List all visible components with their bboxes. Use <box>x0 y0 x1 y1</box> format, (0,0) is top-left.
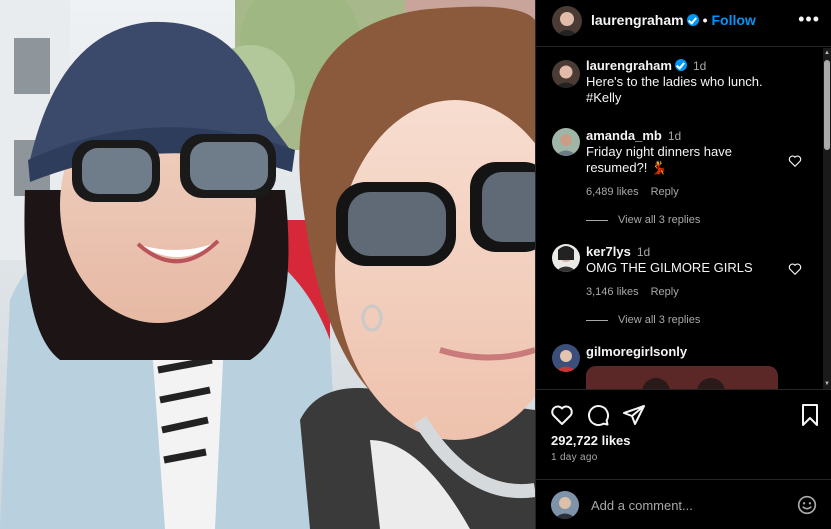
comment-item: amanda_mb 1d Friday night dinners have re… <box>536 128 826 228</box>
scrollbar-thumb[interactable] <box>824 60 830 150</box>
comment-time[interactable]: 1d <box>637 245 650 259</box>
reply-button[interactable]: Reply <box>651 186 679 198</box>
comment-likes[interactable]: 6,489 likes <box>586 186 639 198</box>
comment-username[interactable]: gilmoregirlsonly <box>586 344 687 359</box>
view-replies-label[interactable]: View all 3 replies <box>618 314 700 326</box>
comment-like-icon[interactable] <box>788 262 802 276</box>
header-username[interactable]: laurengraham • Follow <box>591 12 756 28</box>
caption-line: Here's to the ladies who lunch. <box>586 74 763 89</box>
avatar[interactable] <box>552 244 580 272</box>
comment-text: gilmoregirlsonly <box>586 344 786 360</box>
like-icon[interactable] <box>550 403 574 427</box>
avatar[interactable] <box>552 6 582 36</box>
post-image <box>0 0 535 529</box>
comment-image-preview[interactable] <box>586 366 778 389</box>
comment-text: amanda_mb 1d Friday night dinners have re… <box>586 128 786 200</box>
verified-badge-icon <box>686 14 699 26</box>
comment-username[interactable]: amanda_mb <box>586 128 662 143</box>
comment-input[interactable] <box>591 494 781 516</box>
comment-likes[interactable]: 3,146 likes <box>586 286 639 298</box>
verified-badge-icon <box>674 59 687 71</box>
post-header: laurengraham • Follow ••• <box>536 0 831 47</box>
share-icon[interactable] <box>622 403 646 427</box>
caption-time[interactable]: 1d <box>693 59 706 73</box>
view-replies-button[interactable]: View all 3 replies <box>586 314 700 326</box>
avatar[interactable] <box>552 128 580 156</box>
view-replies-label[interactable]: View all 3 replies <box>618 214 700 226</box>
comment-composer <box>536 479 831 529</box>
comment-body: Friday night dinners have resumed?! 💃 <box>586 144 732 175</box>
post-sidebar: laurengraham • Follow ••• laurengraham 1d H… <box>535 0 831 529</box>
post-actions: 292,722 likes 1 day ago <box>536 389 831 479</box>
save-icon[interactable] <box>798 403 822 427</box>
comment-item: ker7lys 1d OMG THE GILMORE GIRLS 3,146 li… <box>536 244 826 314</box>
post-photo[interactable] <box>0 0 535 529</box>
comment-like-icon[interactable] <box>788 154 802 168</box>
comment-body: OMG THE GILMORE GIRLS <box>586 260 753 275</box>
username-text[interactable]: laurengraham <box>591 12 684 28</box>
caption-hashtag[interactable]: #Kelly <box>586 90 786 106</box>
comments-scroll-area[interactable]: laurengraham 1d Here's to the ladies who … <box>536 48 831 389</box>
replies-divider <box>586 219 608 221</box>
emoji-icon[interactable] <box>797 495 817 515</box>
likes-count[interactable]: 292,722 likes <box>551 433 631 448</box>
avatar[interactable] <box>552 60 580 88</box>
scroll-up-icon[interactable]: ▲ <box>824 50 830 56</box>
more-options-icon[interactable]: ••• <box>798 9 820 30</box>
reply-button[interactable]: Reply <box>651 286 679 298</box>
view-replies-button[interactable]: View all 3 replies <box>586 214 700 226</box>
caption-username[interactable]: laurengraham <box>586 58 672 73</box>
avatar <box>551 491 579 519</box>
follow-button[interactable]: Follow <box>712 12 756 28</box>
separator-dot: • <box>702 12 708 28</box>
scroll-down-icon[interactable]: ▼ <box>824 381 830 387</box>
replies-divider <box>586 319 608 321</box>
caption: laurengraham 1d Here's to the ladies who … <box>536 58 826 118</box>
comment-time[interactable]: 1d <box>668 129 681 143</box>
avatar[interactable] <box>552 344 580 372</box>
comment-icon[interactable] <box>586 403 610 427</box>
comments-scrollbar[interactable]: ▲ ▼ <box>823 48 831 389</box>
caption-text: laurengraham 1d Here's to the ladies who … <box>586 58 786 106</box>
comment-text: ker7lys 1d OMG THE GILMORE GIRLS 3,146 li… <box>586 244 786 300</box>
comment-username[interactable]: ker7lys <box>586 244 631 259</box>
post-timestamp[interactable]: 1 day ago <box>551 452 598 463</box>
